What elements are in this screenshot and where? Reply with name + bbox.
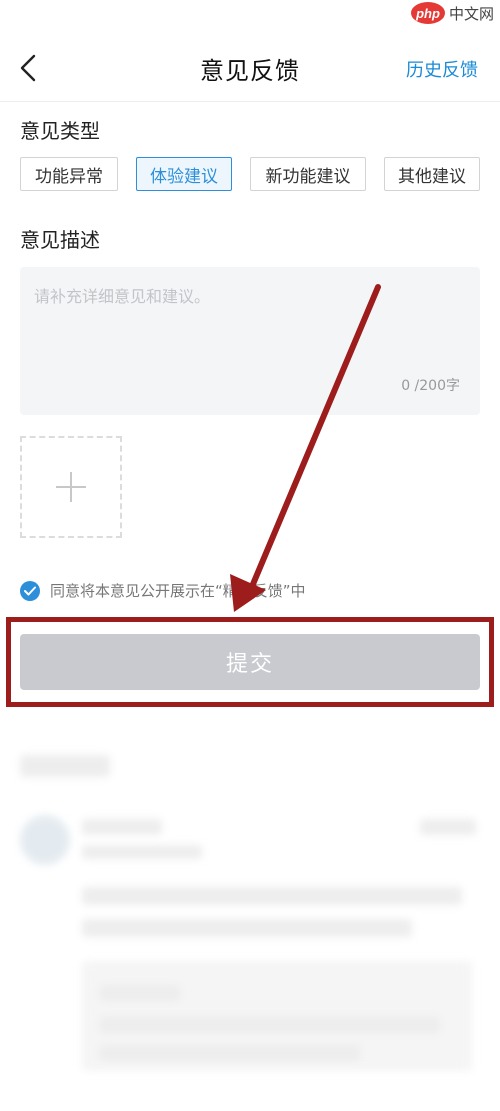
history-feedback-link[interactable]: 历史反馈 xyxy=(406,56,478,82)
nav-header: 意见反馈 历史反馈 xyxy=(0,36,500,102)
feedback-type-label: 意见类型 xyxy=(20,119,100,143)
submit-button[interactable]: 提交 xyxy=(20,634,480,690)
blurred-featured-feedback xyxy=(0,735,500,1111)
page-title: 意见反馈 xyxy=(200,57,300,85)
add-image-button[interactable] xyxy=(20,436,122,538)
back-button[interactable] xyxy=(8,46,48,90)
type-chip-new-feature[interactable]: 新功能建议 xyxy=(250,157,366,191)
type-chip-function-error[interactable]: 功能异常 xyxy=(20,157,118,191)
watermark-logo: php xyxy=(410,2,445,24)
description-input[interactable] xyxy=(34,283,464,383)
char-counter: 0 /200字 xyxy=(401,378,460,394)
site-watermark: php 中文网 xyxy=(405,0,500,26)
agreement-row: 同意将本意见公开展示在“精选反馈”中 xyxy=(20,580,306,601)
type-chip-experience[interactable]: 体验建议 xyxy=(136,157,232,191)
description-label: 意见描述 xyxy=(20,228,100,252)
watermark-text: 中文网 xyxy=(448,4,494,23)
plus-icon xyxy=(56,472,86,502)
check-circle-icon[interactable] xyxy=(20,580,40,601)
type-chip-other[interactable]: 其他建议 xyxy=(384,157,480,191)
chevron-left-icon xyxy=(20,54,36,82)
description-box: 0 /200字 xyxy=(20,267,480,415)
agreement-text: 同意将本意见公开展示在“精选反馈”中 xyxy=(50,582,306,600)
